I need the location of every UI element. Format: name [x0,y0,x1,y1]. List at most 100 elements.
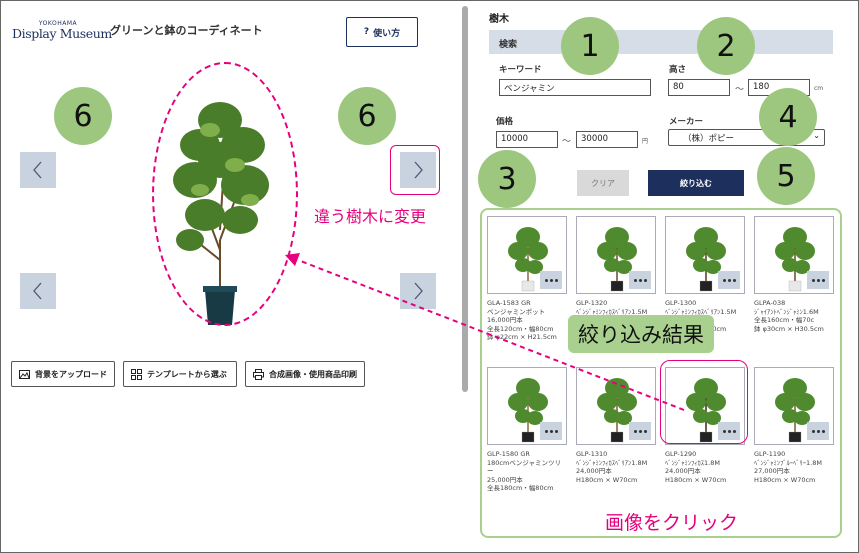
product-info: GLA-1583 GR ベンジャミンポット 16,000円本 全長120cm・幅80c… [487,299,577,342]
click-image-note: 画像をクリック [605,512,739,534]
maker-select-value: （株）ポピー [683,134,735,144]
product-l5: 鉢 φ22cm × H21.5cm [487,333,557,341]
product-l3: 24,000円本 [576,467,612,475]
product-info: GLP-1310 ﾍﾞﾝｼﾞｬﾐﾝﾌｨｶｽﾍﾞﾘｱﾝ1.8M 24,000円本 H18… [576,450,666,484]
product-l3: ー [487,467,494,475]
product-l3: 16,000円本 [487,316,523,324]
product-l4: 全長160cm・幅70c [754,316,815,324]
help-label: 使い方 [373,28,401,39]
choose-template-label: テンプレートから選ぶ [147,369,227,379]
product-l1: GLP-1300 [665,299,697,307]
choose-template-button[interactable]: テンプレートから選ぶ [123,361,237,387]
app-title: グリーンと鉢のコーディネート [110,24,263,37]
product-l1: GLA-1583 GR [487,299,531,307]
price-label: 価格 [496,117,514,127]
price-max-input[interactable]: 30000 [576,131,638,148]
product-l2: 180cmベンジャミンツリ [487,458,561,467]
next-tree-highlight [390,145,440,195]
logo[interactable]: YOKOHAMA Display Museum [12,20,112,41]
product-l5: 鉢 φ30cm × H30.5cm [754,324,824,333]
price-range-separator: ～ [562,137,572,147]
more-icon[interactable] [807,271,829,289]
annotation-3: 3 [478,150,536,208]
product-image[interactable] [576,216,656,294]
more-icon[interactable] [718,271,740,289]
product-l3: 24,000円本 [665,467,701,475]
more-icon[interactable] [540,422,562,440]
product-l5: 全長180cm・幅80cm [487,484,554,492]
apply-filter-button[interactable]: 絞り込む [648,170,744,196]
product-l2: ベンジャミンポット [487,307,546,316]
price-min-input[interactable]: 10000 [496,131,558,148]
product-l1: GLP-1580 GR [487,450,530,458]
product-l2: ｼﾞｬｲｱﾝﾄﾍﾞﾝｼﾞｬﾐﾝ1.6M [754,307,819,316]
product-info: GLP-1580 GR 180cmベンジャミンツリー 25,000円本 全長180cm… [487,450,577,493]
logo-main: Display Museum [12,26,112,41]
left-pane-scrollbar[interactable] [462,6,468,392]
image-icon [19,369,30,379]
annotation-6-left: 6 [54,87,112,145]
more-icon[interactable] [629,422,651,440]
product-l4: 25,000円本 [487,475,523,484]
product-l1: GLPA-038 [754,299,786,307]
product-l1: GLP-1310 [576,450,608,458]
product-l4: H180cm × W70cm [754,475,816,484]
product-l2: ﾍﾞﾝｼﾞｬﾐﾝﾌﾞﾙｰﾍﾞﾘｰ1.8M [754,458,822,467]
section-title: 樹木 [489,14,509,25]
product-info: GLP-1190 ﾍﾞﾝｼﾞｬﾐﾝﾌﾞﾙｰﾍﾞﾘｰ1.8M 27,000円本 H180… [754,450,844,484]
help-button[interactable]: ? 使い方 [346,17,418,47]
more-icon[interactable] [807,422,829,440]
product-l4: H180cm × W70cm [665,475,727,484]
annotation-2: 2 [697,17,755,75]
change-tree-note: 違う樹木に変更 [314,207,427,226]
printer-icon [253,368,264,380]
upload-background-button[interactable]: 背景をアップロード [11,361,115,387]
price-unit: 円 [642,138,649,145]
height-label: 高さ [669,65,687,75]
product-image[interactable] [576,367,656,445]
product-info: GLPA-038 ｼﾞｬｲｱﾝﾄﾍﾞﾝｼﾞｬﾐﾝ1.6M 全長160cm・幅70c 鉢… [754,299,844,333]
product-image[interactable] [754,216,834,294]
more-icon[interactable] [629,271,651,289]
chevron-down-icon: ⌄ [813,131,820,140]
annotation-4: 4 [759,88,817,146]
height-unit: cm [814,85,824,92]
maker-label: メーカー [669,117,704,127]
prev-pot-button[interactable] [20,273,56,309]
height-min-input[interactable]: 80 [668,79,730,96]
height-range-separator: ～ [735,85,745,95]
selected-plant-highlight [152,62,298,326]
product-image[interactable] [487,367,567,445]
product-info: GLP-1290 ﾍﾞﾝｼﾞｬﾐﾝﾌｨｶｽ1.8M 24,000円本 H180cm ×… [665,450,755,484]
print-label: 合成画像・使用商品印刷 [269,369,357,379]
results-note: 絞り込み結果 [568,315,714,353]
more-icon[interactable] [540,271,562,289]
chevron-right-icon [414,282,423,300]
keyword-input[interactable]: ベンジャミン [499,79,651,96]
next-pot-button[interactable] [400,273,436,309]
annotation-5: 5 [757,147,815,205]
product-image[interactable] [754,367,834,445]
upload-background-label: 背景をアップロード [35,369,107,379]
help-icon: ? [363,27,370,37]
keyword-label: キーワード [499,65,542,75]
product-image[interactable] [665,216,745,294]
product-l2: ﾍﾞﾝｼﾞｬﾐﾝﾌｨｶｽﾍﾞﾘｱﾝ1.8M [576,458,648,467]
grid-icon [131,368,142,380]
prev-background-button[interactable] [20,152,56,188]
chevron-left-icon [33,161,42,179]
product-image[interactable] [487,216,567,294]
print-button[interactable]: 合成画像・使用商品印刷 [245,361,365,387]
product-l1: GLP-1290 [665,450,697,458]
product-l1: GLP-1320 [576,299,608,307]
annotation-1: 1 [561,17,619,75]
chevron-left-icon [33,282,42,300]
product-l4: 全長120cm・幅80cm [487,324,554,333]
product-l1: GLP-1190 [754,450,786,458]
product-l3: 27,000円本 [754,467,790,475]
product-l2: ﾍﾞﾝｼﾞｬﾐﾝﾌｨｶｽ1.8M [665,458,720,467]
search-header: 検索 [489,30,833,54]
clear-button[interactable]: クリア [577,170,629,196]
annotation-6-right: 6 [338,87,396,145]
product-l4: H180cm × W70cm [576,475,638,484]
